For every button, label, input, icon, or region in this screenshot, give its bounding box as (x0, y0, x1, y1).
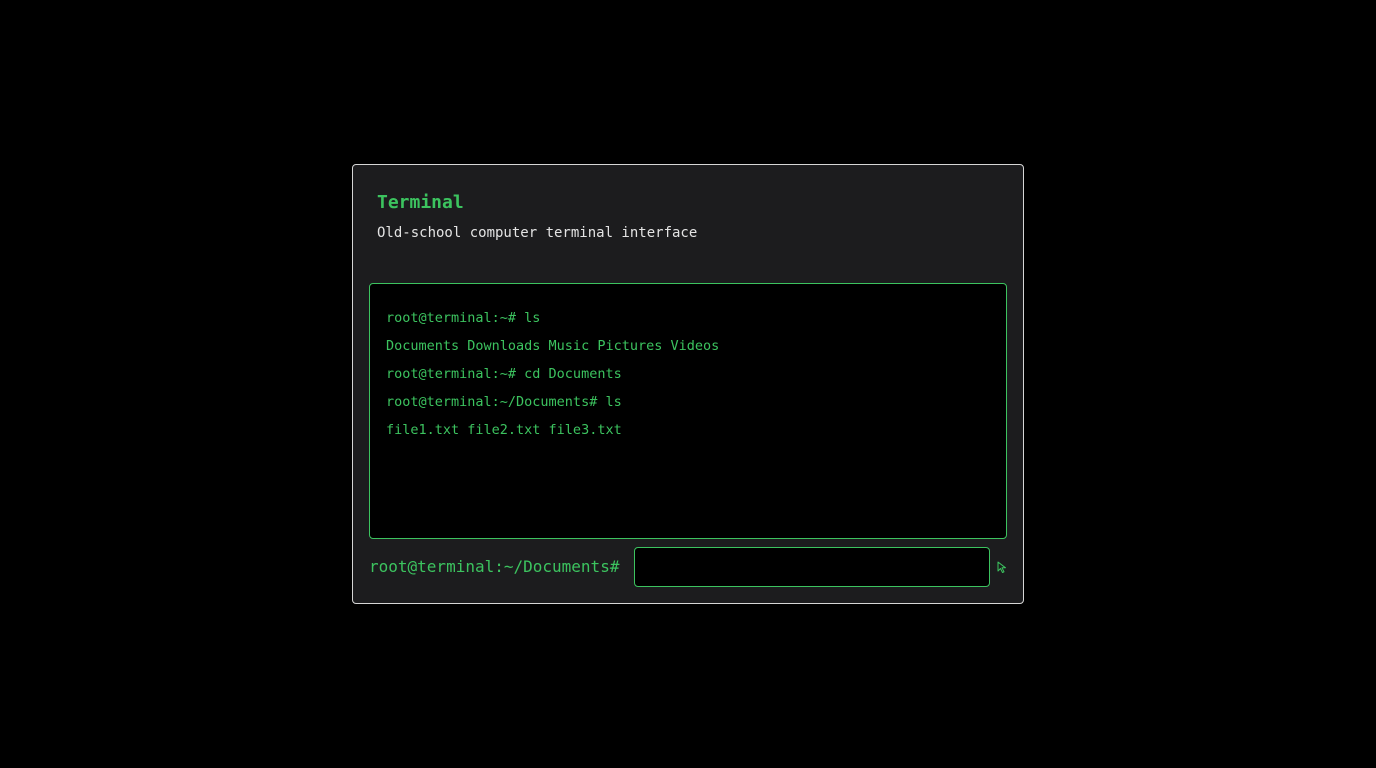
terminal-line: root@terminal:~# ls (386, 310, 541, 326)
command-input[interactable] (634, 547, 990, 587)
terminal-line: root@terminal:~# cd Documents (386, 366, 622, 382)
terminal-line: file1.txt file2.txt file3.txt (386, 422, 622, 438)
terminal-line: root@terminal:~/Documents# ls (386, 394, 622, 410)
prompt-label: root@terminal:~/Documents# (369, 557, 620, 576)
terminal-line: Documents Downloads Music Pictures Video… (386, 338, 720, 354)
terminal-output[interactable]: root@terminal:~# ls Documents Downloads … (369, 283, 1007, 539)
page-subtitle: Old-school computer terminal interface (377, 225, 698, 241)
page-title: Terminal (377, 192, 464, 213)
command-prompt-row: root@terminal:~/Documents# (369, 547, 1009, 587)
terminal-card: Terminal Old-school computer terminal in… (352, 164, 1024, 604)
cursor-arrow-icon[interactable] (995, 559, 1009, 575)
